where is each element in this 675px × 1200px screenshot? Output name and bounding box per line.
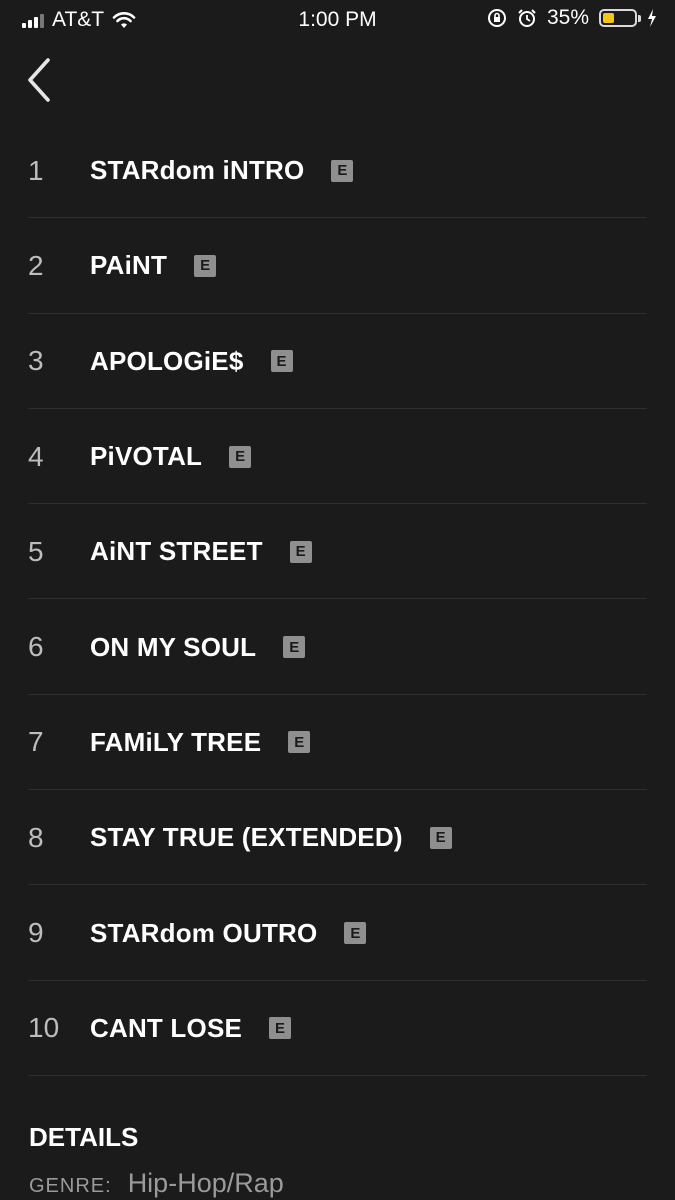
track-row[interactable]: 3 APOLOGiE$ E <box>0 314 675 410</box>
track-title-group: STARdom OUTRO E <box>90 917 367 949</box>
track-number: 3 <box>28 345 44 377</box>
back-button[interactable] <box>22 56 62 104</box>
explicit-badge: E <box>270 350 293 373</box>
track-title-group: PiVOTAL E <box>90 441 252 472</box>
track-title: AiNT STREET <box>90 536 263 567</box>
track-title-group: CANT LOSE E <box>90 1012 292 1044</box>
track-title-group: STARdom iNTRO E <box>90 155 354 186</box>
track-title: STARdom OUTRO <box>90 917 318 948</box>
track-number: 1 <box>28 154 44 186</box>
track-title: CANT LOSE <box>90 1012 243 1043</box>
battery-percent: 35% <box>546 6 589 29</box>
explicit-badge: E <box>289 540 312 563</box>
explicit-badge: E <box>344 922 367 945</box>
track-title-group: STAY TRUE (EXTENDED) E <box>90 822 452 853</box>
chevron-left-icon <box>28 58 50 102</box>
track-title-group: PAiNT E <box>90 250 217 281</box>
details-heading: DETAILS <box>29 1122 139 1152</box>
explicit-badge: E <box>229 445 252 468</box>
track-row[interactable]: 7 FAMiLY TREE E <box>0 695 675 791</box>
track-title: ON MY SOUL <box>90 631 257 662</box>
track-number: 10 <box>28 1012 60 1044</box>
track-row[interactable]: 6 ON MY SOUL E <box>0 599 675 696</box>
track-title: FAMiLY TREE <box>90 726 262 757</box>
alarm-icon <box>518 9 536 27</box>
track-number: 7 <box>28 726 44 758</box>
explicit-badge: E <box>288 731 311 754</box>
track-number: 6 <box>28 631 44 663</box>
track-row[interactable]: 2 PAiNT E <box>0 218 675 314</box>
track-row[interactable]: 5 AiNT STREET E <box>0 504 675 600</box>
genre-label: GENRE: <box>29 1175 112 1197</box>
track-title-group: AiNT STREET E <box>90 536 312 567</box>
battery-icon <box>599 9 641 27</box>
explicit-badge: E <box>331 159 354 182</box>
track-row[interactable]: 8 STAY TRUE (EXTENDED) E <box>0 790 675 886</box>
track-list: 1 STARdom iNTRO E 2 PAiNT E 3 APOLOGiE$ E 4 PiVOTA… <box>0 123 675 1077</box>
status-bar: AT&T 1:00 PM 35% <box>0 0 675 40</box>
charging-icon <box>648 9 656 27</box>
track-number: 9 <box>28 917 44 949</box>
explicit-badge: E <box>283 636 306 659</box>
track-row[interactable]: 1 STARdom iNTRO E <box>0 123 675 219</box>
track-number: 2 <box>28 249 44 281</box>
track-row[interactable]: 10 CANT LOSE E <box>0 981 675 1077</box>
track-number: 8 <box>28 821 44 853</box>
track-title-group: FAMiLY TREE E <box>90 726 311 758</box>
explicit-badge: E <box>269 1017 292 1040</box>
genre-value[interactable]: Hip-Hop/Rap <box>128 1168 284 1199</box>
track-number: 4 <box>28 440 44 472</box>
track-number: 5 <box>28 535 44 567</box>
battery-fill <box>603 13 614 23</box>
track-title: APOLOGiE$ <box>90 345 244 376</box>
rotation-lock-icon <box>487 9 506 27</box>
explicit-badge: E <box>194 254 217 277</box>
track-title-group: ON MY SOUL E <box>90 631 306 663</box>
track-title: PAiNT <box>90 250 168 281</box>
track-row[interactable]: 9 STARdom OUTRO E <box>0 885 675 981</box>
explicit-badge: E <box>429 826 452 849</box>
status-right: 35% <box>487 6 657 30</box>
track-title: PiVOTAL <box>90 441 203 472</box>
track-title: STARdom iNTRO <box>90 155 305 186</box>
genre-row: GENRE: Hip-Hop/Rap <box>29 1168 284 1199</box>
track-row[interactable]: 4 PiVOTAL E <box>0 409 675 505</box>
track-title: STAY TRUE (EXTENDED) <box>90 822 403 853</box>
track-title-group: APOLOGiE$ E <box>90 346 293 377</box>
